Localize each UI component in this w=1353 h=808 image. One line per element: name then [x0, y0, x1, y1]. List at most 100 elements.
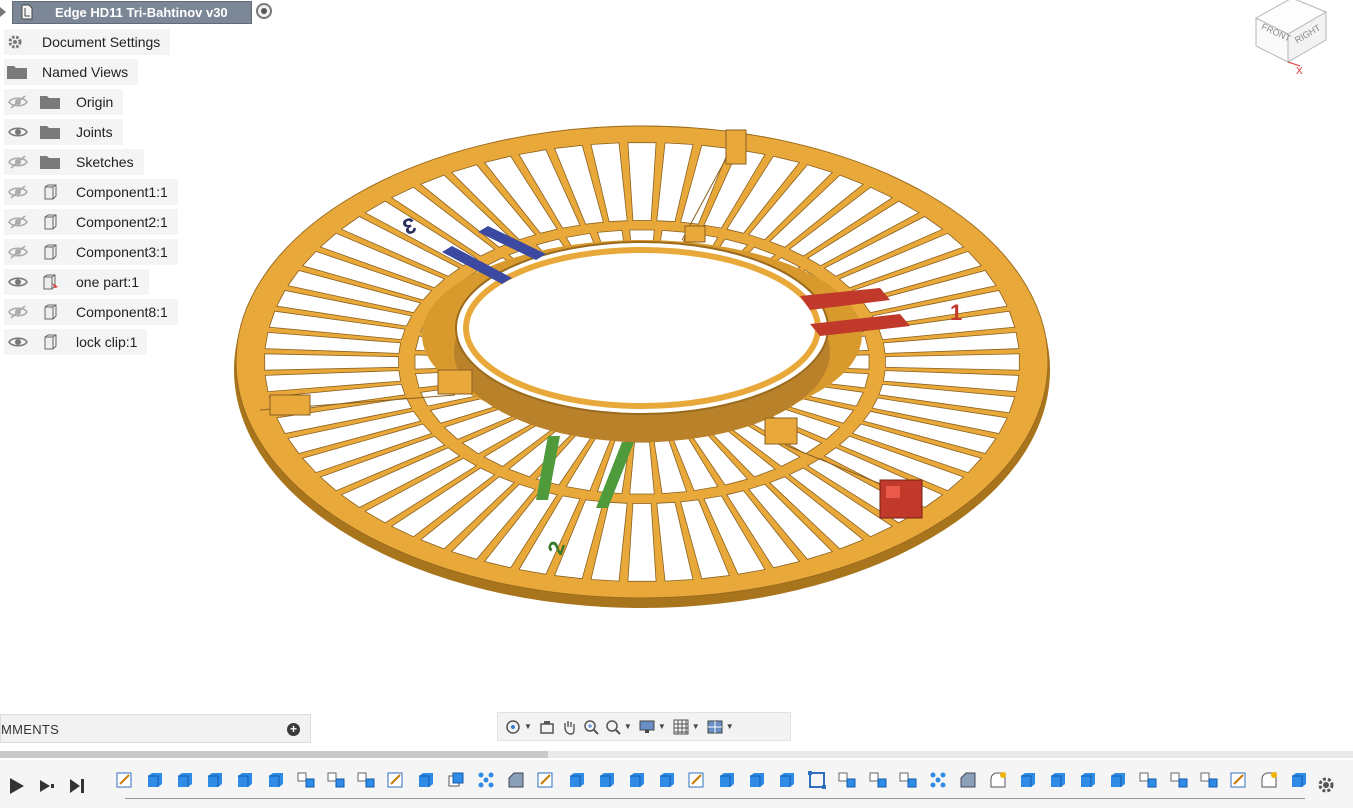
- timeline-feature-extrude-icon[interactable]: [1289, 770, 1309, 792]
- orbit-dropdown-icon[interactable]: ▼: [524, 722, 532, 731]
- root-node-label: Edge HD11 Tri-Bahtinov v30: [55, 5, 228, 20]
- zoom-icon[interactable]: [580, 716, 602, 738]
- timeline-feature-extrude-icon[interactable]: [567, 770, 587, 792]
- folder-icon: [38, 154, 62, 170]
- browser-item-component8-1[interactable]: Component8:1: [4, 299, 178, 325]
- eye-icon[interactable]: [8, 125, 28, 139]
- fit-icon[interactable]: [602, 716, 624, 738]
- viewports-dropdown-icon[interactable]: ▼: [726, 722, 734, 731]
- scrollbar-thumb[interactable]: [0, 751, 548, 758]
- timeline-feature-pattern-icon[interactable]: [928, 770, 948, 792]
- browser-item-component2-1[interactable]: Component2:1: [4, 209, 178, 235]
- display-settings-icon[interactable]: [636, 716, 658, 738]
- step-forward-icon[interactable]: [38, 777, 56, 795]
- timeline-feature-sketch-icon[interactable]: [1229, 770, 1249, 792]
- timeline-feature-extrude-icon[interactable]: [1018, 770, 1038, 792]
- expand-arrow-icon[interactable]: [0, 7, 6, 17]
- browser-item-component3-1[interactable]: Component3:1: [4, 239, 178, 265]
- browser-item-document-settings[interactable]: Document Settings: [4, 29, 171, 55]
- end-icon[interactable]: [68, 777, 86, 795]
- orbit-icon[interactable]: [502, 716, 524, 738]
- pan-icon[interactable]: [558, 716, 580, 738]
- eye-hidden-icon[interactable]: [8, 305, 28, 319]
- timeline-feature-joint-icon[interactable]: [1138, 770, 1158, 792]
- timeline-feature-sketch-icon[interactable]: [536, 770, 556, 792]
- timeline-feature-fillet-icon[interactable]: [988, 770, 1008, 792]
- timeline-feature-joint-icon[interactable]: [1169, 770, 1189, 792]
- browser-item-origin[interactable]: Origin: [4, 89, 124, 115]
- play-icon[interactable]: [8, 777, 26, 795]
- timeline-feature-chamfer-icon[interactable]: [506, 770, 526, 792]
- browser-item-sketches[interactable]: Sketches: [4, 149, 144, 175]
- viewports-icon[interactable]: [704, 716, 726, 738]
- timeline-feature-joint-icon[interactable]: [356, 770, 376, 792]
- root-node[interactable]: Edge HD11 Tri-Bahtinov v30: [12, 1, 252, 24]
- timeline-settings-gear-icon[interactable]: [1316, 775, 1336, 795]
- timeline-feature-extrude-icon[interactable]: [1048, 770, 1068, 792]
- timeline-feature-extrude-icon[interactable]: [416, 770, 436, 792]
- timeline-feature-joint-icon[interactable]: [898, 770, 918, 792]
- timeline-feature-extrude-icon[interactable]: [627, 770, 647, 792]
- timeline: [0, 760, 1353, 808]
- timeline-feature-extrude-icon[interactable]: [205, 770, 225, 792]
- browser-item-label: Origin: [76, 94, 114, 110]
- timeline-feature-extrude-icon[interactable]: [145, 770, 165, 792]
- browser-item-lock-clip-1[interactable]: lock clip:1: [4, 329, 148, 355]
- eye-hidden-icon[interactable]: [8, 95, 28, 109]
- timeline-feature-extrude-icon[interactable]: [235, 770, 255, 792]
- eye-icon[interactable]: [8, 275, 28, 289]
- timeline-track[interactable]: [115, 770, 1306, 804]
- model-viewport[interactable]: 1 2 3: [230, 120, 1060, 610]
- timeline-feature-joint-icon[interactable]: [326, 770, 346, 792]
- gear-icon: [6, 33, 28, 51]
- timeline-feature-extrude-icon[interactable]: [266, 770, 286, 792]
- timeline-feature-chamfer-icon[interactable]: [958, 770, 978, 792]
- display-dropdown-icon[interactable]: ▼: [658, 722, 666, 731]
- timeline-feature-extrude-icon[interactable]: [1078, 770, 1098, 792]
- grid-dropdown-icon[interactable]: ▼: [692, 722, 700, 731]
- timeline-feature-extrude-icon[interactable]: [657, 770, 677, 792]
- ring-slot: [264, 353, 400, 371]
- component-icon: [38, 333, 62, 351]
- browser-item-one-part-1[interactable]: one part:1: [4, 269, 150, 295]
- timeline-feature-sketch-icon[interactable]: [386, 770, 406, 792]
- browser-item-named-views[interactable]: Named Views: [4, 59, 139, 85]
- browser-item-label: Component1:1: [76, 184, 168, 200]
- eye-hidden-icon[interactable]: [8, 185, 28, 199]
- timeline-feature-pattern-icon[interactable]: [476, 770, 496, 792]
- timeline-feature-extrude-icon[interactable]: [747, 770, 767, 792]
- zoom-dropdown-icon[interactable]: ▼: [624, 722, 632, 731]
- eye-hidden-icon[interactable]: [8, 215, 28, 229]
- timeline-feature-joint-icon[interactable]: [837, 770, 857, 792]
- timeline-feature-extrude-icon[interactable]: [1108, 770, 1128, 792]
- browser-item-label: lock clip:1: [76, 334, 138, 350]
- horizontal-scrollbar[interactable]: [0, 751, 1353, 758]
- viewcube[interactable]: FRONT RIGHT X: [1248, 0, 1338, 80]
- look-at-icon[interactable]: [536, 716, 558, 738]
- timeline-feature-box-icon[interactable]: [446, 770, 466, 792]
- browser-item-label: Component3:1: [76, 244, 168, 260]
- eye-hidden-icon[interactable]: [8, 155, 28, 169]
- model-label-1: 1: [950, 300, 962, 325]
- timeline-feature-sketch-icon[interactable]: [687, 770, 707, 792]
- timeline-feature-fillet-icon[interactable]: [1259, 770, 1279, 792]
- activate-radio-icon[interactable]: [256, 3, 272, 19]
- eye-icon[interactable]: [8, 335, 28, 349]
- timeline-feature-extrude-icon[interactable]: [597, 770, 617, 792]
- timeline-feature-sketch-icon[interactable]: [115, 770, 135, 792]
- eye-hidden-icon[interactable]: [8, 245, 28, 259]
- timeline-feature-joint-icon[interactable]: [1199, 770, 1219, 792]
- browser-root-row[interactable]: Edge HD11 Tri-Bahtinov v30: [0, 0, 282, 24]
- timeline-feature-joint-icon[interactable]: [296, 770, 316, 792]
- timeline-feature-extrude-icon[interactable]: [777, 770, 797, 792]
- browser-item-joints[interactable]: Joints: [4, 119, 123, 145]
- comments-panel[interactable]: MMENTS +: [0, 714, 311, 743]
- timeline-feature-joint-icon[interactable]: [868, 770, 888, 792]
- add-comment-icon[interactable]: +: [287, 723, 300, 736]
- grid-icon[interactable]: [670, 716, 692, 738]
- timeline-feature-extrude-icon[interactable]: [175, 770, 195, 792]
- timeline-feature-extrude-icon[interactable]: [717, 770, 737, 792]
- browser-item-component1-1[interactable]: Component1:1: [4, 179, 178, 205]
- timeline-feature-component-icon[interactable]: [807, 770, 827, 792]
- viewcube-x-axis-label: X: [1296, 66, 1303, 77]
